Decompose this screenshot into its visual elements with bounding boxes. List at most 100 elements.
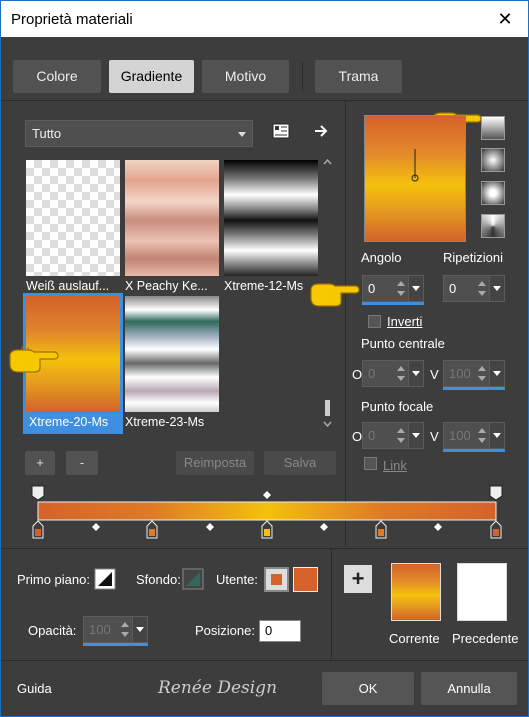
add-gradient-button[interactable]: +: [25, 451, 55, 475]
background-swatch[interactable]: [182, 568, 204, 590]
angle-field[interactable]: 0: [362, 275, 424, 305]
category-dropdown[interactable]: Tutto: [25, 120, 253, 147]
angle-handle-icon[interactable]: [365, 116, 465, 241]
editor-divider: [1, 548, 528, 549]
previous-label: Precedente: [452, 631, 519, 646]
center-v-value: 100: [449, 366, 471, 381]
opacity-label: Opacità:: [28, 623, 77, 638]
chevron-down-icon: [238, 132, 246, 137]
position-field[interactable]: 0: [259, 620, 301, 642]
gradient-name: Xtreme-12-Ms: [224, 279, 304, 293]
user-color-box[interactable]: [293, 567, 318, 592]
focal-v-prefix: V: [430, 429, 439, 444]
ok-button[interactable]: OK: [322, 672, 414, 705]
close-icon[interactable]: ✕: [482, 1, 528, 37]
gradient-name: X Peachy Ke...: [125, 279, 208, 293]
background-label: Sfondo:: [136, 572, 181, 587]
spinner-arrows-icon[interactable]: [119, 620, 131, 640]
title-bar: Proprietà materiali ✕: [0, 0, 529, 37]
foreground-label: Primo piano:: [17, 572, 90, 587]
link-checkbox[interactable]: [364, 457, 377, 470]
gradient-preview: [26, 160, 120, 276]
user-label: Utente:: [216, 572, 258, 587]
previous-gradient-swatch[interactable]: [457, 563, 507, 621]
focal-h-prefix: O: [352, 429, 363, 444]
link-label[interactable]: Link: [383, 458, 407, 473]
radial-style-button[interactable]: [481, 181, 505, 205]
sunburst-style-button[interactable]: [481, 214, 505, 238]
foreground-swatch[interactable]: [94, 568, 116, 590]
invert-label[interactable]: Inverti: [387, 314, 422, 329]
center-h-prefix: O: [352, 367, 363, 382]
reset-button[interactable]: Reimposta: [176, 451, 254, 475]
focus-underline: [443, 387, 505, 390]
focus-underline: [443, 449, 505, 452]
spinner-arrows-icon[interactable]: [395, 364, 407, 384]
chevron-down-icon[interactable]: [489, 361, 504, 386]
chevron-down-icon[interactable]: [408, 423, 423, 448]
pointing-hand-icon: [9, 346, 59, 373]
invert-checkbox[interactable]: [368, 315, 381, 328]
gradient-editor[interactable]: [28, 484, 508, 542]
spinner-arrows-icon[interactable]: [476, 426, 488, 446]
add-stop-button[interactable]: +: [344, 565, 372, 593]
gradient-thumb-weiss[interactable]: Weiß auslauf...: [26, 160, 120, 295]
gradient-thumb-xtreme12[interactable]: Xtreme-12-Ms: [224, 160, 318, 295]
repeats-label: Ripetizioni: [443, 250, 503, 265]
help-link[interactable]: Guida: [17, 681, 52, 696]
rectangular-style-button[interactable]: [481, 148, 505, 172]
gradient-preview: [125, 296, 219, 412]
spinner-arrows-icon[interactable]: [395, 426, 407, 446]
user-color-selected[interactable]: [264, 567, 289, 592]
opacity-value: 100: [89, 622, 111, 637]
bottom-separator: [331, 549, 332, 659]
renee-design-logo: Renée Design: [158, 678, 278, 698]
center-v-field[interactable]: 100: [443, 360, 505, 390]
focal-v-field[interactable]: 100: [443, 422, 505, 452]
angle-value: 0: [368, 281, 376, 296]
repeats-value: 0: [449, 281, 457, 296]
linear-style-button[interactable]: [481, 116, 505, 140]
spinner-arrows-icon[interactable]: [476, 279, 488, 299]
footer-divider: [1, 660, 528, 661]
pointing-hand-icon: [310, 283, 360, 307]
tab-colore[interactable]: Colore: [13, 60, 101, 93]
chevron-down-icon[interactable]: [132, 617, 147, 642]
focal-h-field[interactable]: 0: [362, 422, 424, 449]
gradient-name: Xtreme-20-Ms: [29, 415, 109, 429]
angle-label: Angolo: [361, 250, 402, 265]
center-h-value: 0: [368, 366, 376, 381]
chevron-down-icon[interactable]: [489, 423, 504, 448]
window-title: Proprietà materiali: [11, 11, 133, 28]
chevron-down-icon[interactable]: [408, 276, 423, 301]
repeats-field[interactable]: 0: [443, 275, 505, 302]
center-h-field[interactable]: 0: [362, 360, 424, 387]
gradient-preview: [125, 160, 219, 276]
tab-gradiente[interactable]: Gradiente: [109, 60, 194, 93]
list-view-icon[interactable]: [272, 123, 290, 139]
focus-underline: [362, 302, 424, 305]
current-label: Corrente: [389, 631, 440, 646]
spinner-arrows-icon[interactable]: [395, 279, 407, 299]
opacity-field[interactable]: 100: [83, 616, 148, 646]
position-label: Posizione:: [195, 623, 255, 638]
arrow-right-icon[interactable]: [313, 123, 329, 139]
save-button[interactable]: Salva: [264, 451, 336, 475]
tab-motivo[interactable]: Motivo: [202, 60, 289, 93]
tab-trama[interactable]: Trama: [315, 60, 402, 93]
spinner-arrows-icon[interactable]: [476, 364, 488, 384]
gradient-preview: [224, 160, 318, 276]
gradient-thumb-peachy[interactable]: X Peachy Ke...: [125, 160, 219, 295]
tab-divider: [1, 100, 528, 101]
remove-gradient-button[interactable]: -: [66, 451, 98, 475]
gradient-name: Weiß auslauf...: [26, 279, 110, 293]
gradient-thumb-xtreme23[interactable]: Xtreme-23-Ms: [125, 296, 219, 431]
chevron-down-icon[interactable]: [408, 361, 423, 386]
focus-underline: [83, 643, 148, 646]
cancel-button[interactable]: Annulla: [421, 672, 517, 705]
chevron-down-icon[interactable]: [489, 276, 504, 301]
center-point-label: Punto centrale: [361, 336, 445, 351]
gradient-preview-large[interactable]: [364, 115, 466, 242]
focal-h-value: 0: [368, 428, 376, 443]
current-gradient-swatch[interactable]: [391, 563, 441, 621]
